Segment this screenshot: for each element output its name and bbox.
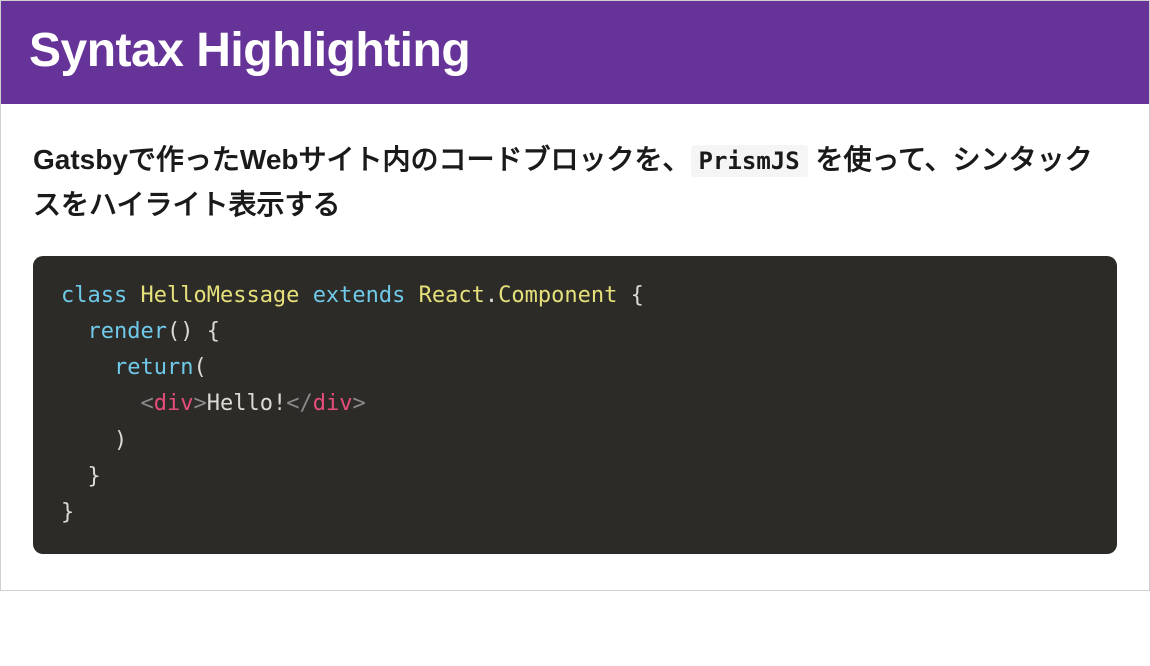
article-header: Syntax Highlighting [1, 1, 1149, 104]
article-container: Syntax Highlighting Gatsbyで作ったWebサイト内のコー… [0, 0, 1150, 591]
code-block: class HelloMessage extends React.Compone… [33, 256, 1117, 554]
page-title: Syntax Highlighting [29, 23, 1121, 78]
code-content: class HelloMessage extends React.Compone… [61, 283, 644, 526]
description-text: Gatsbyで作ったWebサイト内のコードブロックを、PrismJS を使って、… [33, 138, 1117, 228]
article-content: Gatsbyで作ったWebサイト内のコードブロックを、PrismJS を使って、… [1, 104, 1149, 590]
inline-code: PrismJS [691, 145, 808, 177]
description-part1: Gatsbyで作ったWebサイト内のコードブロックを、 [33, 144, 691, 175]
